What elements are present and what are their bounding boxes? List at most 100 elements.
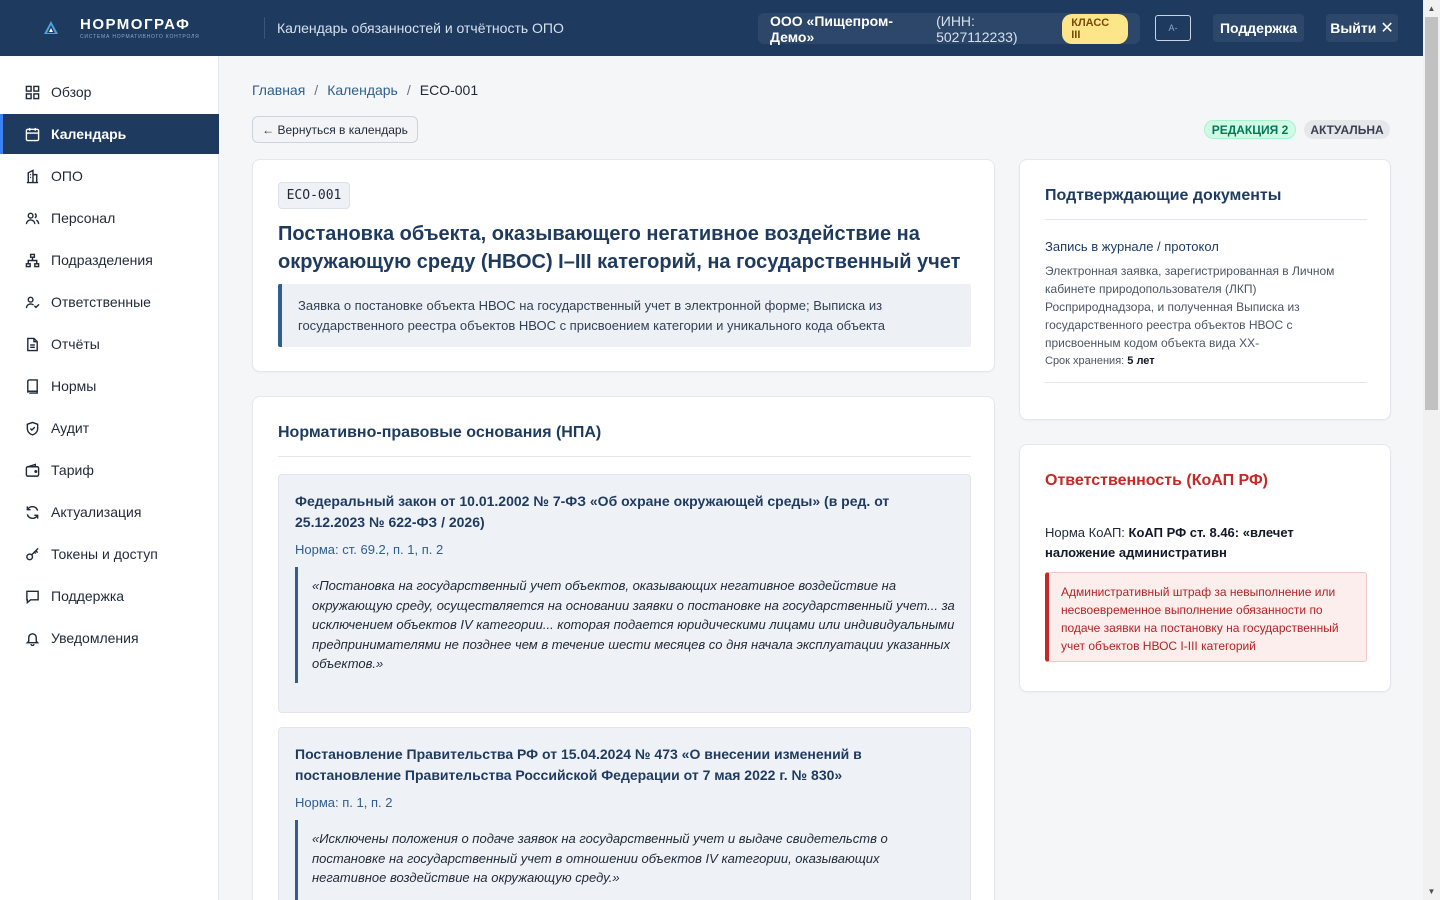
close-icon: ✕	[1380, 20, 1394, 37]
law-name: Постановление Правительства РФ от 15.04.…	[295, 746, 862, 783]
responsibility-norm: Норма КоАП: КоАП РФ ст. 8.46: «влечет на…	[1045, 523, 1315, 563]
document-retention: Срок хранения: 5 лет	[1045, 355, 1155, 367]
law-norm: Норма: п. 1, п. 2	[295, 795, 393, 810]
sidebar-item-label: Аудит	[51, 420, 90, 436]
sidebar-item-audit[interactable]: Аудит	[0, 408, 219, 448]
shield-icon	[24, 420, 40, 436]
wallet-icon	[24, 462, 40, 478]
breadcrumb: Главная / Календарь / ECO-001	[252, 82, 478, 98]
sidebar-item-actualization[interactable]: Актуализация	[0, 492, 219, 532]
retention-value: 5 лет	[1127, 355, 1155, 367]
obligation-code: ECO-001	[278, 182, 350, 209]
calendar-icon	[24, 126, 40, 142]
org-inn: (ИНН: 5027112233)	[936, 12, 1018, 45]
npa-title: Нормативно-правовые основания (НПА)	[278, 424, 602, 441]
sidebar-item-personnel[interactable]: Персонал	[0, 198, 219, 238]
logo[interactable]: НОРМОГРАФ система нормативного контроля	[44, 15, 240, 40]
header-divider	[264, 17, 265, 39]
user-check-icon	[24, 294, 40, 310]
penalty-description: Административный штраф за невыполнение и…	[1045, 572, 1367, 662]
law-item: Постановление Правительства РФ от 15.04.…	[278, 727, 971, 900]
law-norm: Норма: ст. 69.2, п. 1, п. 2	[295, 542, 444, 557]
divider	[1045, 219, 1367, 220]
sidebar-item-responsible[interactable]: Ответственные	[0, 282, 219, 322]
responsibility-title: Ответственность (КоАП РФ)	[1045, 472, 1268, 489]
hierarchy-icon	[24, 252, 40, 268]
message-icon	[24, 588, 40, 604]
sidebar-item-label: Персонал	[51, 210, 116, 226]
file-icon	[24, 336, 40, 352]
sidebar-item-support[interactable]: Поддержка	[0, 576, 219, 616]
breadcrumb-current: ECO-001	[419, 82, 479, 98]
sidebar-item-label: Ответственные	[51, 294, 151, 310]
scroll-up-arrow-icon[interactable]: ▲	[1423, 0, 1440, 17]
law-item: Федеральный закон от 10.01.2002 № 7-ФЗ «…	[278, 474, 971, 713]
book-icon	[24, 378, 40, 394]
scrollbar-thumb[interactable]	[1425, 17, 1438, 410]
breadcrumb-home[interactable]: Главная	[252, 82, 305, 98]
building-icon	[24, 168, 40, 184]
revision-badge: РЕДАКЦИЯ 2	[1204, 120, 1296, 139]
logo-subtitle: система нормативного контроля	[80, 33, 200, 40]
sidebar-item-label: Подразделения	[51, 252, 153, 268]
org-class-badge: КЛАСС III	[1062, 13, 1128, 44]
top-bar: НОРМОГРАФ система нормативного контроля …	[0, 0, 1440, 56]
sidebar-item-departments[interactable]: Подразделения	[0, 240, 219, 280]
sidebar-item-norms[interactable]: Нормы	[0, 366, 219, 406]
breadcrumb-separator: /	[406, 82, 411, 98]
sidebar-item-label: Актуализация	[51, 504, 142, 520]
users-icon	[24, 210, 40, 226]
logout-button[interactable]: Выйти ✕	[1326, 14, 1398, 42]
back-to-calendar-button[interactable]: ← Вернуться в календарь	[252, 116, 418, 143]
sidebar-item-tariff[interactable]: Тариф	[0, 450, 219, 490]
page-scrollbar[interactable]: ▲ ▼	[1423, 0, 1440, 900]
sidebar-item-label: Нормы	[51, 378, 97, 394]
font-size-button[interactable]: A-	[1155, 15, 1191, 41]
sidebar-item-opo[interactable]: ОПО	[0, 156, 219, 196]
sidebar-item-tokens[interactable]: Токены и доступ	[0, 534, 219, 574]
obligation-title: Постановка объекта, оказывающего негатив…	[278, 223, 961, 273]
obligation-card: ECO-001 Постановка объекта, оказывающего…	[252, 159, 995, 372]
law-quote: «Исключены положения о подаче заявок на …	[295, 820, 955, 900]
key-icon	[24, 546, 40, 562]
refresh-icon	[24, 504, 40, 520]
documents-title: Подтверждающие документы	[1045, 187, 1282, 204]
sidebar-item-label: Обзор	[51, 84, 92, 100]
law-name: Федеральный закон от 10.01.2002 № 7-ФЗ «…	[295, 493, 890, 530]
divider	[1045, 382, 1367, 383]
sidebar-item-label: Тариф	[51, 462, 94, 478]
sidebar-item-notifications[interactable]: Уведомления	[0, 618, 219, 658]
breadcrumb-calendar[interactable]: Календарь	[327, 82, 398, 98]
logo-icon	[44, 21, 58, 34]
grid-icon	[24, 84, 40, 100]
support-button[interactable]: Поддержка	[1213, 14, 1304, 42]
sidebar-item-reports[interactable]: Отчёты	[0, 324, 219, 364]
norm-label: Норма КоАП:	[1045, 525, 1125, 540]
sidebar-item-label: Поддержка	[51, 588, 125, 604]
org-name: ООО «Пищепром-Демо»	[770, 12, 894, 45]
sidebar-item-label: ОПО	[51, 168, 83, 184]
sidebar-item-calendar[interactable]: Календарь	[0, 114, 219, 154]
bell-icon	[24, 630, 40, 646]
scroll-down-arrow-icon[interactable]: ▼	[1423, 883, 1440, 900]
retention-label: Срок хранения:	[1045, 355, 1125, 367]
document-description: Электронная заявка, зарегистрированная в…	[1045, 264, 1335, 350]
law-quote: «Постановка на государственный учет объе…	[295, 567, 955, 683]
sidebar-item-label: Уведомления	[51, 630, 139, 646]
sidebar: Обзор Календарь ОПО Персонал Подразделен…	[0, 56, 219, 900]
sidebar-item-overview[interactable]: Обзор	[0, 72, 219, 112]
page-title: Календарь обязанностей и отчётность ОПО	[277, 20, 564, 36]
organization-selector[interactable]: ООО «Пищепром-Демо» (ИНН: 5027112233) КЛ…	[758, 12, 1140, 45]
responsibility-card: Ответственность (КоАП РФ) Норма КоАП: Ко…	[1019, 444, 1391, 692]
sidebar-item-label: Токены и доступ	[51, 546, 158, 562]
obligation-description: Заявка о постановке объекта НВОС на госу…	[278, 284, 971, 347]
document-name: Запись в журнале / протокол	[1045, 239, 1219, 254]
npa-card: Нормативно-правовые основания (НПА) Феде…	[252, 396, 995, 900]
sidebar-item-label: Календарь	[51, 126, 127, 142]
logo-title: НОРМОГРАФ	[80, 15, 191, 33]
logout-label: Выйти	[1330, 20, 1377, 36]
divider	[278, 456, 971, 457]
sidebar-item-label: Отчёты	[51, 336, 100, 352]
status-badge: АКТУАЛЬНА	[1304, 120, 1390, 139]
documents-card: Подтверждающие документы Запись в журнал…	[1019, 159, 1391, 420]
